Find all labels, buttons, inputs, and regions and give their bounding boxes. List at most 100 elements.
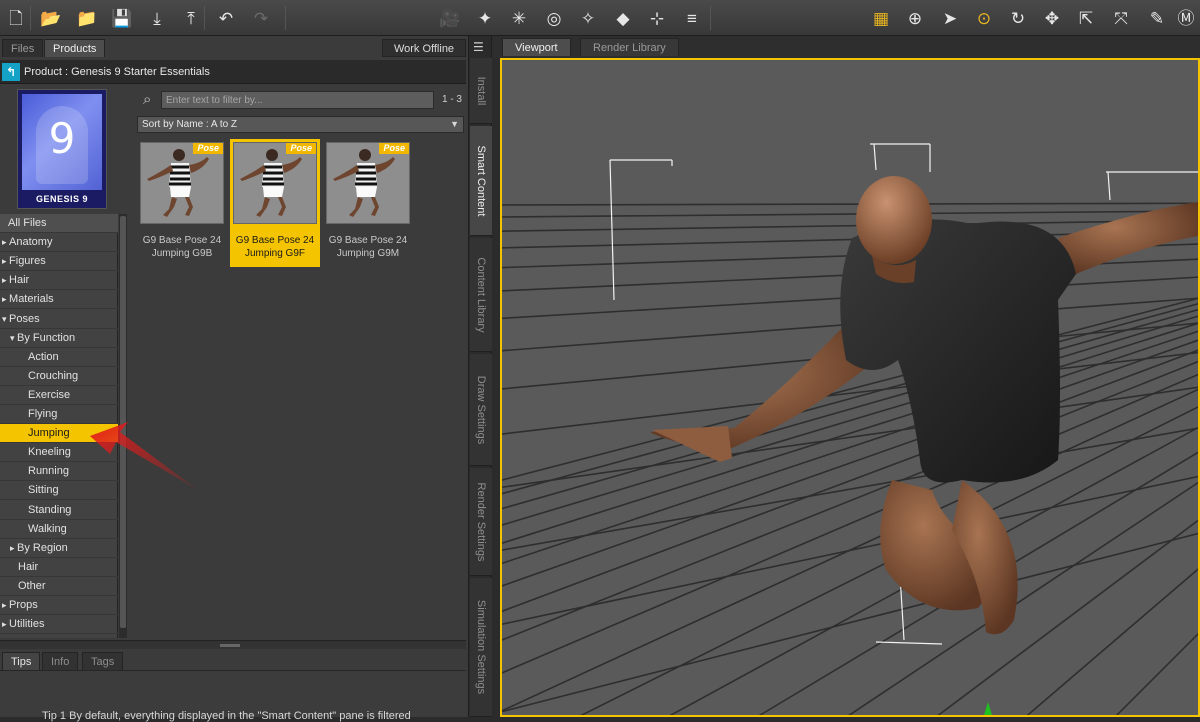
tab-products[interactable]: Products <box>44 39 106 57</box>
item-label: G9 Base Pose 24 Jumping G9F <box>230 234 320 260</box>
category-figures[interactable]: ▸ Figures <box>0 252 118 272</box>
content-panel: Files Products Work Offline ↰ Product : … <box>0 36 468 722</box>
category-utilities[interactable]: ▸ Utilities <box>0 615 118 635</box>
category-by-function[interactable]: ▾ By Function <box>0 329 118 348</box>
product-number: 9 <box>48 114 76 163</box>
viewport-scene[interactable] <box>502 60 1198 715</box>
scale-icon[interactable]: ⇱ <box>1072 4 1100 32</box>
category-materials[interactable]: ▸ Materials <box>0 290 118 310</box>
product-art: 9 <box>22 94 102 190</box>
category-label: Utilities <box>9 618 45 631</box>
category-other[interactable]: Other <box>0 577 118 596</box>
chevron-right-icon[interactable]: ▸ <box>2 237 9 247</box>
rotate-icon[interactable]: ↻ <box>1004 4 1032 32</box>
search-icon[interactable]: ⌕ <box>143 91 151 108</box>
merge-icon[interactable]: 📁 <box>73 4 101 32</box>
category-by-region[interactable]: ▸ By Region <box>0 539 118 558</box>
chevron-down-icon[interactable]: ▾ <box>10 333 17 343</box>
translate-icon[interactable]: ✥ <box>1038 4 1066 32</box>
save-icon[interactable]: 💾 <box>108 4 136 32</box>
vtab-render-settings[interactable]: Render Settings <box>470 468 492 576</box>
menu-icon[interactable]: ☰ <box>473 40 484 54</box>
new-icon[interactable]: 🗋 <box>2 4 30 32</box>
category-anatomy[interactable]: ▸ Anatomy <box>0 233 118 253</box>
vtab-simulation-settings[interactable]: Simulation Settings <box>470 578 492 717</box>
jumping-figure[interactable] <box>650 176 1198 635</box>
guide-box-top <box>870 143 931 172</box>
splitter-grip[interactable] <box>220 644 240 647</box>
category-all-files[interactable]: All Files <box>0 214 118 233</box>
category-label: Anatomy <box>9 236 53 249</box>
category-action[interactable]: Action <box>0 348 118 367</box>
vtab-content-library[interactable]: Content Library <box>470 238 492 352</box>
vtab-label: Content Library <box>475 256 487 333</box>
chevron-right-icon[interactable]: ▸ <box>2 275 9 285</box>
chevron-right-icon[interactable]: ▸ <box>2 619 9 629</box>
toolbar-separator <box>710 6 711 30</box>
figure-icon[interactable]: ⊹ <box>643 4 671 32</box>
3d-viewport[interactable] <box>500 58 1200 717</box>
content-item[interactable]: Pose G9 Base Pose 24 Jumping G9M <box>323 139 413 267</box>
light-icon[interactable]: ✦ <box>471 4 499 32</box>
category-hair[interactable]: ▸ Hair <box>0 271 118 291</box>
tab-tags[interactable]: Tags <box>82 652 124 670</box>
item-label: G9 Base Pose 24 Jumping G9B <box>137 234 227 260</box>
render-settings-icon[interactable]: ✧ <box>574 4 602 32</box>
vtab-draw-settings[interactable]: Draw Settings <box>470 354 492 466</box>
vtab-label: Install <box>475 76 487 105</box>
vtab-smart-content[interactable]: Smart Content <box>470 126 492 236</box>
vtab-label: Simulation Settings <box>475 599 487 695</box>
back-arrow-icon[interactable]: ↰ <box>2 63 20 81</box>
chevron-down-icon[interactable]: ▾ <box>2 314 9 324</box>
category-standing[interactable]: Standing <box>0 501 118 520</box>
open-icon[interactable]: 📂 <box>37 4 65 32</box>
category-label: Props <box>9 599 38 611</box>
tab-viewport[interactable]: Viewport <box>502 38 571 56</box>
tab-files[interactable]: Files <box>2 39 44 57</box>
product-thumbnail[interactable]: 9 GENESIS 9 <box>17 89 107 209</box>
content-item[interactable]: Pose G9 Base Pose 24 Jumping G9F <box>230 139 320 267</box>
undo-icon[interactable]: ↶ <box>212 4 240 32</box>
category-poses[interactable]: ▾ Poses <box>0 310 118 329</box>
geometry-editor-icon[interactable]: Ⓜ <box>1172 4 1200 32</box>
export-icon[interactable]: ⤒ <box>177 4 205 32</box>
pointer-icon[interactable]: ➤ <box>936 4 964 32</box>
grid-icon[interactable]: ▦ <box>867 4 895 32</box>
item-label-line1: G9 Base Pose 24 <box>142 235 222 246</box>
category-crouching[interactable]: Crouching <box>0 367 118 386</box>
tab-tips[interactable]: Tips <box>2 652 41 670</box>
joint-editor-icon[interactable]: ⤧ <box>1107 4 1135 32</box>
grid-line <box>502 532 1198 713</box>
category-label: Exercise <box>28 388 71 401</box>
tab-info[interactable]: Info <box>42 652 79 670</box>
import-icon[interactable]: ⤓ <box>143 4 171 32</box>
spot-light-icon[interactable]: ✳ <box>505 4 533 32</box>
chevron-right-icon[interactable]: ▸ <box>10 543 17 553</box>
work-offline-button[interactable]: Work Offline <box>382 39 466 57</box>
pane-splitter[interactable] <box>0 640 466 649</box>
chevron-right-icon[interactable]: ▸ <box>2 600 9 610</box>
content-item[interactable]: Pose G9 Base Pose 24 Jumping G9B <box>137 139 227 267</box>
filter-input[interactable] <box>161 91 434 109</box>
category-label: All Files <box>8 217 47 229</box>
product-label: GENESIS 9 <box>35 194 89 204</box>
category-walking[interactable]: Walking <box>0 520 118 539</box>
world-navigator-icon[interactable]: ⊕ <box>901 4 929 32</box>
sort-label: Sort by Name : A to Z <box>142 119 238 130</box>
scene-camera-icon[interactable]: 🎥 <box>436 4 464 32</box>
redo-icon[interactable]: ↷ <box>247 4 275 32</box>
vtab-install[interactable]: Install <box>470 58 492 124</box>
align-icon[interactable]: ≡ <box>678 4 706 32</box>
active-pose-icon[interactable]: ⊙ <box>970 4 998 32</box>
render-icon[interactable]: ◎ <box>540 4 568 32</box>
sort-dropdown[interactable]: Sort by Name : A to Z ▼ <box>137 116 464 133</box>
chevron-right-icon[interactable]: ▸ <box>2 256 9 266</box>
category-label: Other <box>18 579 46 592</box>
node-icon[interactable]: ◆ <box>609 4 637 32</box>
category-props[interactable]: ▸ Props <box>0 596 118 615</box>
category-exercise[interactable]: Exercise <box>0 386 118 405</box>
tab-render-library[interactable]: Render Library <box>580 38 679 56</box>
node-weight-icon[interactable]: ✎ <box>1143 4 1171 32</box>
chevron-right-icon[interactable]: ▸ <box>2 294 9 304</box>
category-hair[interactable]: Hair <box>0 558 118 577</box>
